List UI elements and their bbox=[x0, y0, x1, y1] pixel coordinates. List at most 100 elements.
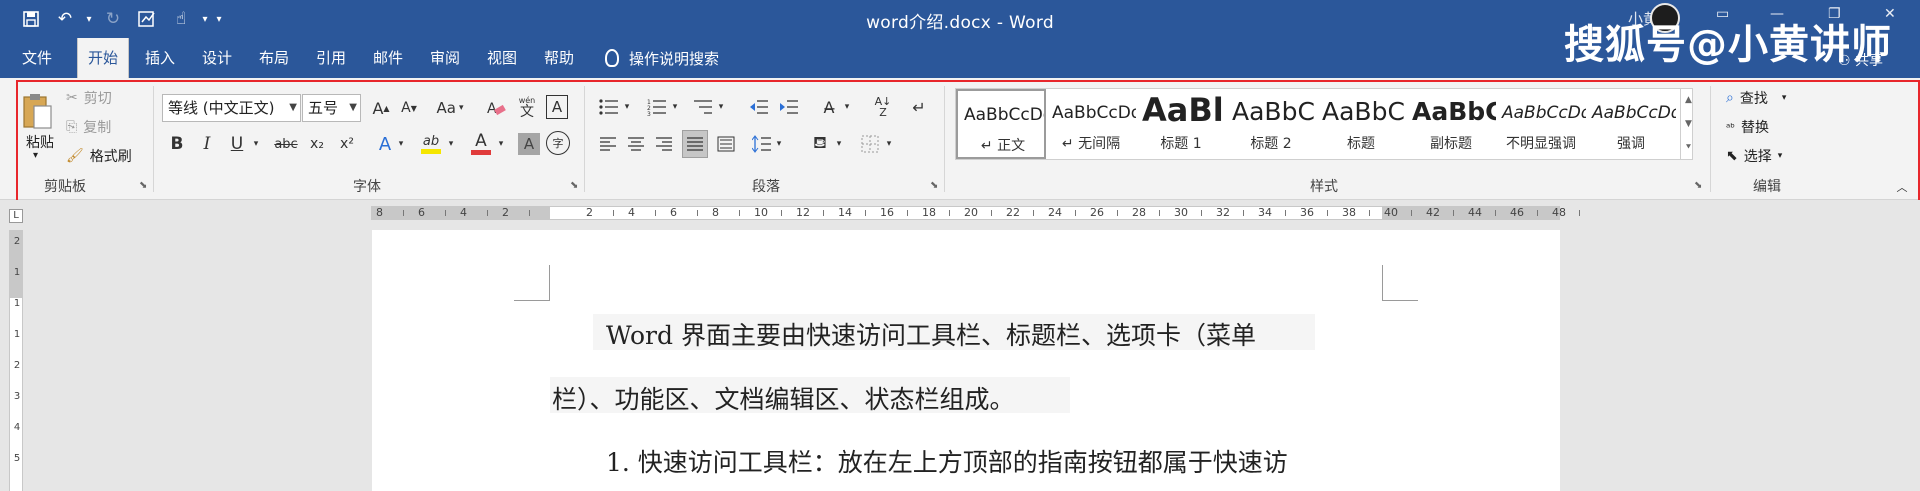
tab-selector[interactable]: L bbox=[9, 209, 23, 223]
highlight-dropdown-icon[interactable]: ▾ bbox=[446, 131, 456, 157]
tab-home[interactable]: 开始 bbox=[77, 38, 130, 78]
enclose-characters-icon[interactable]: 字 bbox=[546, 131, 570, 155]
ruler-number: 8 bbox=[712, 206, 719, 219]
tell-me-search[interactable]: 操作说明搜索 bbox=[605, 38, 719, 78]
ruler-number: 28 bbox=[1132, 206, 1146, 219]
styles-gallery: AaBbCcDd ↵ 正文 AaBbCcDd ↵ 无间隔 AaBl 标题 1 AaBbC 标题… bbox=[955, 88, 1693, 160]
editing-group-label: 编辑 bbox=[1753, 179, 1781, 195]
tab-layout[interactable]: 布局 bbox=[259, 38, 289, 78]
style-tile[interactable]: AaBbC 标题 2 bbox=[1226, 89, 1316, 159]
paste-button[interactable]: 粘贴 bbox=[20, 132, 60, 152]
borders-icon[interactable] bbox=[858, 131, 882, 157]
multilevel-list-icon[interactable] bbox=[690, 94, 716, 120]
line-spacing-icon[interactable] bbox=[750, 131, 774, 157]
font-name-select[interactable]: 等线 (中文正文) ▼ bbox=[162, 94, 301, 122]
tab-mailings[interactable]: 邮件 bbox=[373, 38, 403, 78]
bold-icon[interactable]: B bbox=[166, 131, 188, 157]
distributed-icon[interactable] bbox=[714, 131, 738, 157]
align-center-icon[interactable] bbox=[624, 131, 648, 157]
style-tile[interactable]: AaBl 标题 1 bbox=[1136, 89, 1226, 159]
style-tile[interactable]: AaBbC 标题 bbox=[1316, 89, 1406, 159]
styles-launcher-icon[interactable]: ⬊ bbox=[1694, 180, 1702, 191]
asian-layout-dropdown-icon[interactable]: ▾ bbox=[842, 94, 852, 120]
document-list-item[interactable]: 1. 快速访问工具栏：放在左上方顶部的指南按钮都属于快速访 bbox=[606, 443, 1288, 479]
format-painter-button[interactable]: 🖌 格式刷 bbox=[66, 146, 132, 166]
paste-icon[interactable] bbox=[20, 90, 54, 134]
select-button[interactable]: ⬉ 选择 ▾ bbox=[1726, 146, 1782, 166]
text-effects-icon[interactable]: A bbox=[374, 131, 396, 157]
grow-font-icon[interactable]: A ▲ bbox=[368, 94, 394, 122]
show-formatting-marks-icon[interactable]: ↵ bbox=[906, 94, 932, 120]
numbering-dropdown-icon[interactable]: ▾ bbox=[670, 94, 680, 120]
strikethrough-icon[interactable]: abc bbox=[272, 131, 300, 157]
bullets-icon[interactable] bbox=[596, 94, 622, 120]
style-tile[interactable]: AaBbCcDd 强调 bbox=[1586, 89, 1676, 159]
borders-dropdown-icon[interactable]: ▾ bbox=[884, 131, 894, 157]
increase-indent-icon[interactable] bbox=[776, 94, 802, 120]
find-button[interactable]: ⌕ 查找 ▾ bbox=[1726, 88, 1786, 108]
style-tile[interactable]: AaBbCcDd 不明显强调 bbox=[1496, 89, 1586, 159]
change-case-icon[interactable]: Aa ▾ bbox=[432, 94, 468, 122]
font-color-icon[interactable]: A bbox=[468, 131, 494, 157]
styles-gallery-scrollbar[interactable]: ▲ ▼ ⯆ bbox=[1680, 88, 1696, 160]
paint-bucket-icon[interactable]: ⛾ bbox=[808, 131, 832, 157]
horizontal-ruler[interactable]: 8 6 4 2 2 4 6 8 10 12 14 16 18 20 22 24 26 28 30 32 34 36 38 40… bbox=[371, 206, 1580, 220]
sort-icon[interactable]: A↓ Z bbox=[870, 94, 896, 120]
scroll-up-icon[interactable]: ▲ bbox=[1681, 88, 1696, 112]
shading-dropdown-icon[interactable]: ▾ bbox=[834, 131, 844, 157]
ruler-number: 46 bbox=[1510, 206, 1524, 219]
bullets-dropdown-icon[interactable]: ▾ bbox=[622, 94, 632, 120]
line-spacing-dropdown-icon[interactable]: ▾ bbox=[774, 131, 784, 157]
ruler-number: 4 bbox=[460, 206, 467, 219]
character-shading-icon[interactable]: A bbox=[518, 133, 540, 155]
align-left-icon[interactable] bbox=[596, 131, 620, 157]
more-styles-icon[interactable]: ⯆ bbox=[1681, 136, 1696, 160]
scroll-down-icon[interactable]: ▼ bbox=[1681, 112, 1696, 136]
decrease-indent-icon[interactable] bbox=[746, 94, 772, 120]
tab-review[interactable]: 审阅 bbox=[430, 38, 460, 78]
paragraph-launcher-icon[interactable]: ⬊ bbox=[930, 180, 938, 191]
underline-dropdown-icon[interactable]: ▾ bbox=[250, 131, 262, 157]
underline-icon[interactable]: U bbox=[226, 131, 248, 157]
numbering-icon[interactable]: 123 bbox=[644, 94, 670, 120]
align-right-icon[interactable] bbox=[652, 131, 676, 157]
multilevel-dropdown-icon[interactable]: ▾ bbox=[716, 94, 726, 120]
document-paragraph-line[interactable]: Word 界面主要由快速访问工具栏、标题栏、选项卡（菜单 bbox=[606, 316, 1256, 352]
group-divider bbox=[584, 86, 585, 192]
tab-references[interactable]: 引用 bbox=[316, 38, 346, 78]
italic-icon[interactable]: I bbox=[196, 131, 218, 157]
collapse-ribbon-icon[interactable]: ︿ bbox=[1894, 180, 1910, 194]
clear-formatting-icon[interactable]: A bbox=[484, 94, 508, 122]
replace-button[interactable]: ᵃᵇ 替换 bbox=[1726, 117, 1769, 137]
character-border-icon[interactable]: A bbox=[546, 95, 568, 119]
subscript-icon[interactable]: x₂ bbox=[304, 131, 330, 157]
tab-help[interactable]: 帮助 bbox=[544, 38, 574, 78]
style-name: ↵ 无间隔 bbox=[1061, 136, 1121, 152]
cut-button[interactable]: ✂ 剪切 bbox=[66, 88, 112, 108]
tab-insert[interactable]: 插入 bbox=[145, 38, 175, 78]
ruler-tick bbox=[1201, 210, 1202, 216]
tab-file[interactable]: 文件 bbox=[22, 38, 52, 78]
text-effects-dropdown-icon[interactable]: ▾ bbox=[396, 131, 406, 157]
copy-button[interactable]: ⎘ 复制 bbox=[66, 117, 111, 137]
style-tile[interactable]: AaBbCcDd ↵ 无间隔 bbox=[1046, 89, 1136, 159]
shrink-font-icon[interactable]: A ▼ bbox=[396, 94, 422, 122]
font-size-select[interactable]: 五号 ▼ bbox=[302, 94, 361, 122]
font-color-dropdown-icon[interactable]: ▾ bbox=[496, 131, 506, 157]
tab-design[interactable]: 设计 bbox=[202, 38, 232, 78]
vertical-ruler[interactable]: 2 1 1 1 2 3 4 5 bbox=[9, 230, 23, 491]
document-paragraph-line[interactable]: 栏）、功能区、文档编辑区、状态栏组成。 bbox=[552, 380, 1015, 416]
style-tile[interactable]: AaBbCcDd ↵ 正文 bbox=[956, 89, 1046, 159]
justify-icon[interactable] bbox=[682, 130, 708, 158]
paste-dropdown-icon[interactable]: ▾ bbox=[33, 150, 38, 161]
font-launcher-icon[interactable]: ⬊ bbox=[570, 180, 578, 191]
highlight-icon[interactable]: ab bbox=[418, 131, 444, 157]
tab-view[interactable]: 视图 bbox=[487, 38, 517, 78]
clipboard-launcher-icon[interactable]: ⬊ bbox=[139, 180, 147, 191]
asian-layout-icon[interactable]: A̶ bbox=[816, 94, 842, 120]
superscript-icon[interactable]: x² bbox=[334, 131, 360, 157]
ruler-number: 40 bbox=[1384, 206, 1398, 219]
style-tile[interactable]: AaBbC 副标题 bbox=[1406, 89, 1496, 159]
chevron-down-icon: ▾ bbox=[1777, 151, 1783, 161]
phonetic-guide-icon[interactable]: wén 文 bbox=[514, 94, 540, 122]
